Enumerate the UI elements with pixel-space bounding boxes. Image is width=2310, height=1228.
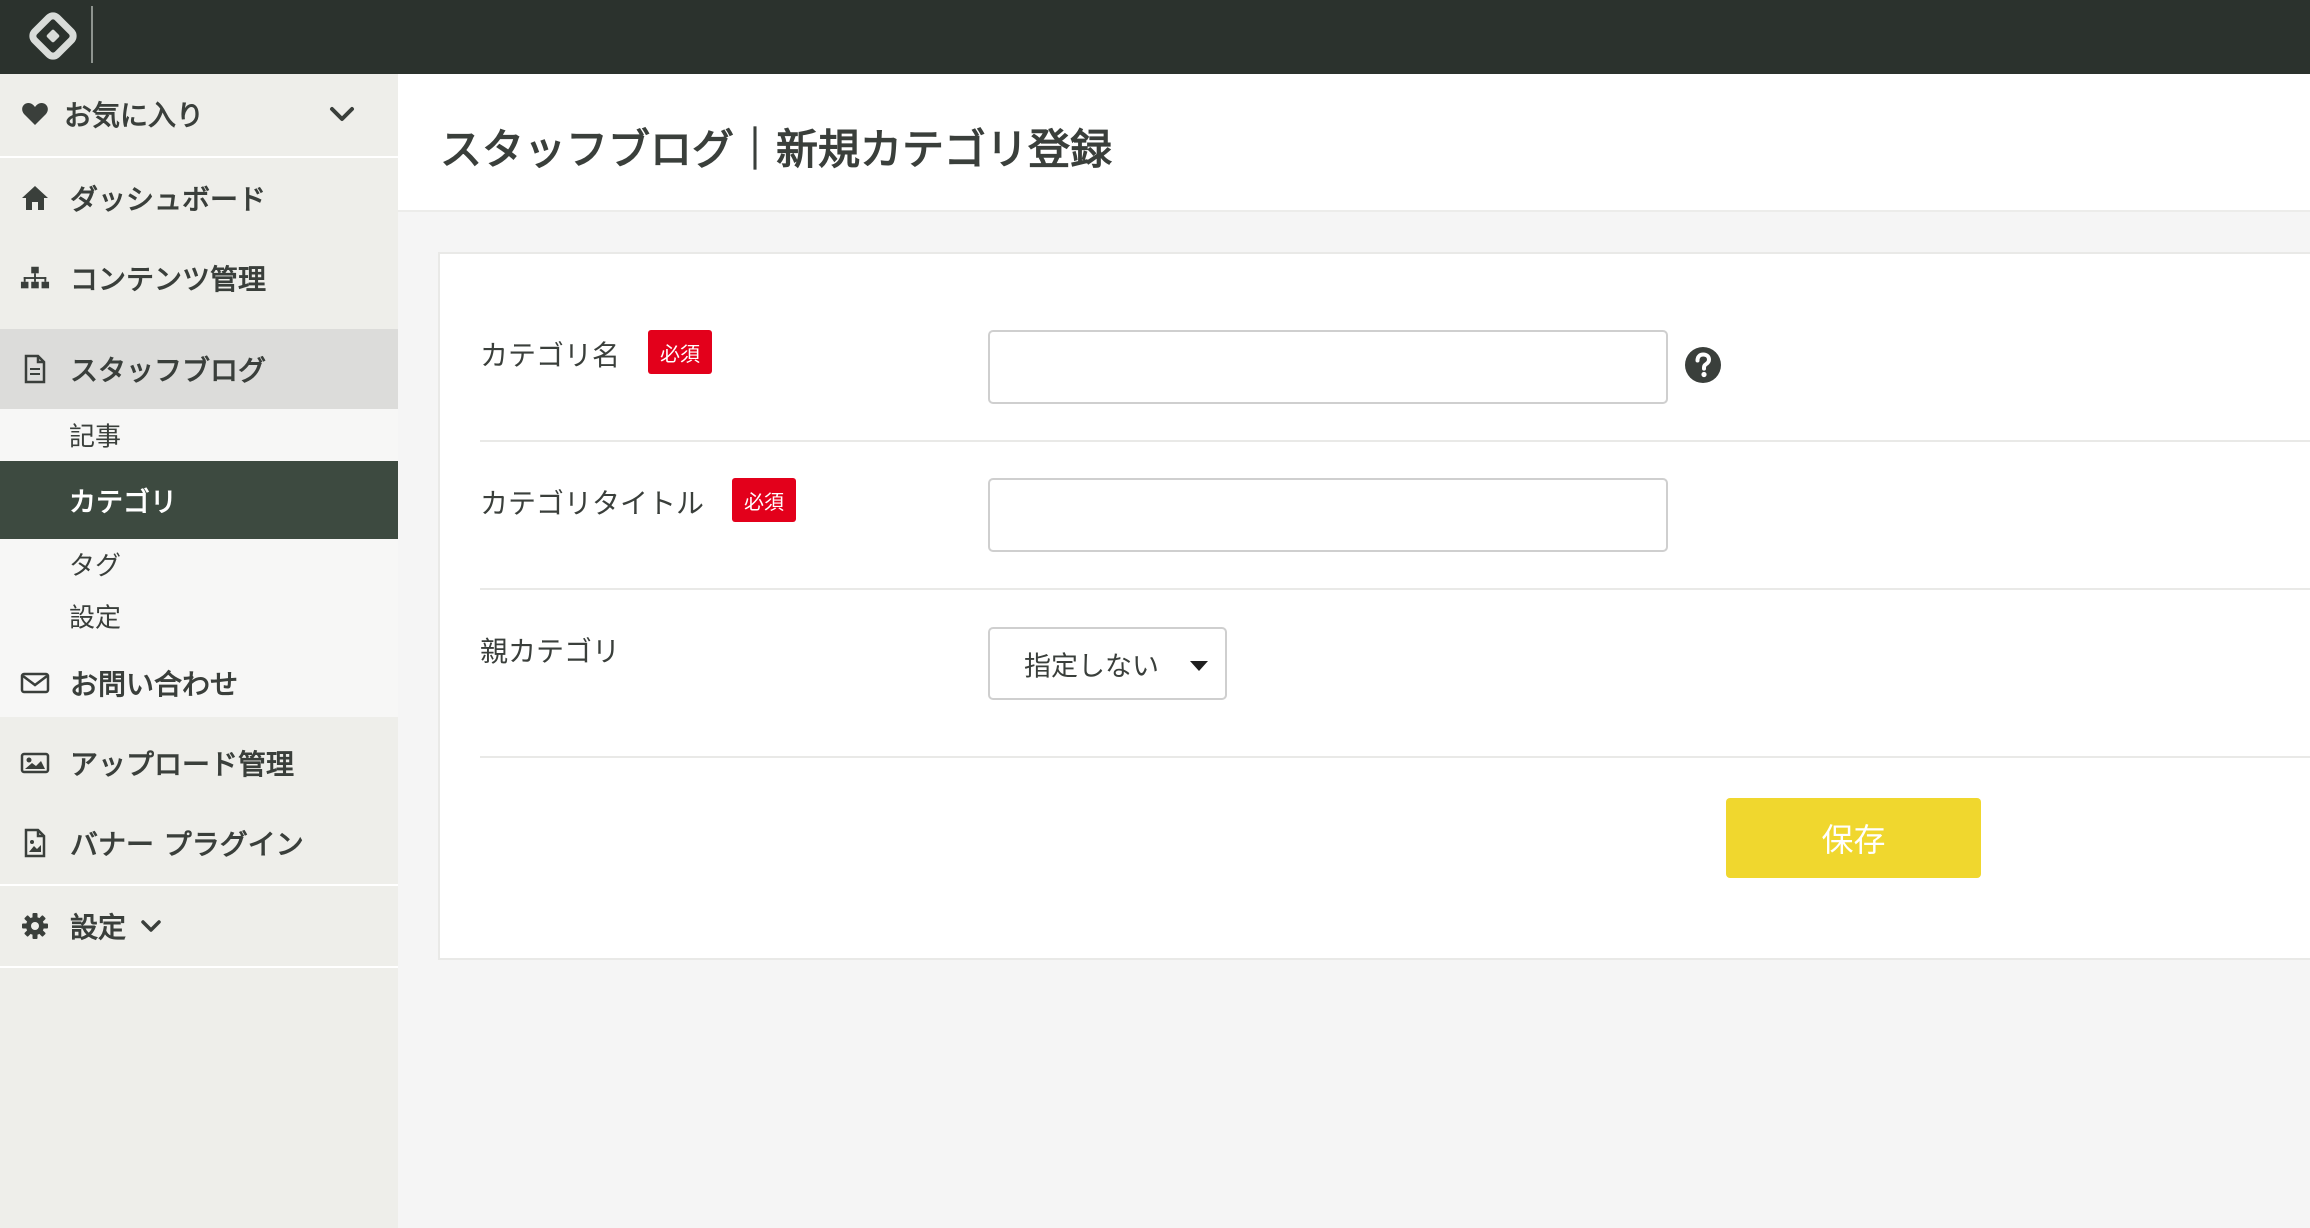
- sidebar-item-label: スタッフブログ: [70, 354, 267, 387]
- row-divider: [480, 440, 2310, 442]
- sidebar-item-label: アップロード管理: [70, 748, 295, 781]
- sitemap-icon: [20, 263, 50, 293]
- page-title: スタッフブログ｜新規カテゴリ登録: [440, 125, 1113, 174]
- category-title-input[interactable]: [988, 478, 1668, 552]
- required-badge: 必須: [732, 478, 796, 522]
- logo-icon[interactable]: [26, 9, 80, 63]
- sidebar-item-upload[interactable]: アップロード管理: [0, 723, 398, 803]
- sidebar-item-contents[interactable]: コンテンツ管理: [0, 238, 398, 318]
- file-image-icon: [20, 828, 50, 858]
- sidebar-subitem-posts[interactable]: 記事: [0, 409, 398, 461]
- sidebar-item-contact[interactable]: お問い合わせ: [0, 643, 398, 723]
- sidebar-item-label: 設定: [70, 911, 127, 944]
- sidebar-item-banner-plugin[interactable]: バナー プラグイン: [0, 803, 398, 883]
- logo-divider: [91, 6, 93, 63]
- top-bar: [0, 0, 2310, 74]
- help-icon[interactable]: [1684, 346, 1722, 384]
- file-icon: [20, 354, 50, 384]
- chevron-down-icon[interactable]: [138, 913, 164, 939]
- field-label-category-name: カテゴリ名: [480, 339, 621, 372]
- sidebar-subitem-tags[interactable]: タグ: [0, 538, 398, 590]
- sidebar-subitem-category[interactable]: カテゴリ: [0, 461, 398, 539]
- sidebar-favorites-label: お気に入り: [64, 99, 205, 132]
- row-divider: [480, 756, 2310, 758]
- row-divider: [480, 588, 2310, 590]
- sidebar-item-label: ダッシュボード: [70, 183, 267, 216]
- sidebar-item-dashboard[interactable]: ダッシュボード: [0, 158, 398, 238]
- sidebar: お気に入り ダッシュボード コンテンツ管理 スタッフブログ 記事 カテゴリ タグ…: [0, 74, 398, 1228]
- category-name-input[interactable]: [988, 330, 1668, 404]
- home-icon: [20, 183, 50, 213]
- sidebar-subitem-label: 設定: [69, 603, 122, 634]
- sidebar-subitem-label: カテゴリ: [69, 487, 177, 519]
- sidebar-subitem-settings[interactable]: 設定: [0, 590, 398, 642]
- save-button[interactable]: 保存: [1726, 798, 1981, 878]
- sidebar-item-label: お問い合わせ: [70, 668, 239, 701]
- sidebar-favorites[interactable]: お気に入り: [0, 74, 398, 154]
- heart-icon: [20, 99, 50, 129]
- parent-category-selected: 指定しない: [1024, 651, 1159, 682]
- field-label-parent-category: 親カテゴリ: [480, 635, 621, 668]
- sidebar-item-label: コンテンツ管理: [70, 263, 267, 296]
- sidebar-subitem-label: タグ: [69, 551, 122, 582]
- sidebar-item-staff-blog[interactable]: スタッフブログ: [0, 329, 398, 409]
- chevron-down-icon[interactable]: [326, 98, 358, 130]
- sidebar-subitem-label: 記事: [69, 422, 122, 453]
- sidebar-divider: [0, 966, 398, 968]
- caret-down-icon: [1190, 661, 1208, 671]
- sidebar-item-label: バナー プラグイン: [70, 828, 304, 861]
- envelope-icon: [20, 668, 50, 698]
- image-icon: [20, 748, 50, 778]
- gear-icon: [20, 911, 50, 941]
- page-header: スタッフブログ｜新規カテゴリ登録: [398, 74, 2310, 212]
- parent-category-select[interactable]: 指定しない: [988, 627, 1227, 700]
- sidebar-item-settings[interactable]: 設定: [0, 886, 398, 966]
- required-badge: 必須: [648, 330, 712, 374]
- field-label-category-title: カテゴリタイトル: [480, 487, 705, 520]
